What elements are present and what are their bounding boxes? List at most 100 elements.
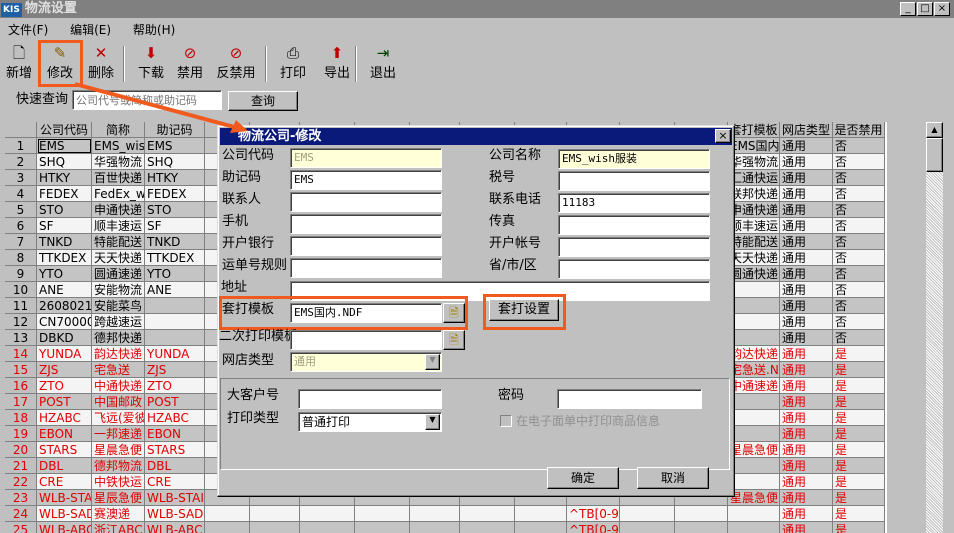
cell-name[interactable]: 安能物流 — [92, 282, 145, 298]
toolbar-button-0[interactable]: 🗋 新增 — [4, 44, 34, 84]
cell-c12[interactable] — [620, 522, 675, 533]
cell-type[interactable]: 通用 — [780, 314, 833, 330]
cell-code[interactable]: TNKD — [37, 234, 92, 250]
cell-name[interactable]: 特能配送 — [92, 234, 145, 250]
cell-name[interactable]: 浙江ABC — [92, 522, 145, 533]
cell-n[interactable]: 11 — [5, 298, 37, 314]
cell-n[interactable]: 3 — [5, 170, 37, 186]
cell-dis[interactable]: 否 — [833, 202, 885, 218]
chevron-down-icon[interactable]: ▼ — [425, 414, 440, 430]
cell-name[interactable]: 申通快递 — [92, 202, 145, 218]
scroll-thumb[interactable] — [926, 138, 943, 172]
cell-type[interactable]: 通用 — [780, 474, 833, 490]
bank-input[interactable] — [290, 236, 442, 256]
cell-type[interactable]: 通用 — [780, 298, 833, 314]
cell-code[interactable]: SF — [37, 218, 92, 234]
cell-tpl[interactable] — [728, 282, 780, 298]
cell-n[interactable]: 25 — [5, 522, 37, 533]
column-header[interactable]: 是否禁用 — [833, 122, 885, 138]
cell-name[interactable]: 中铁快运 — [92, 474, 145, 490]
cell-code[interactable]: WLB-STAI — [37, 490, 92, 506]
cell-tpl[interactable]: EMS国内. — [728, 138, 780, 154]
cell-mn[interactable]: ZTO — [145, 378, 205, 394]
cell-type[interactable]: 通用 — [780, 362, 833, 378]
cell-code[interactable]: TTKDEX — [37, 250, 92, 266]
cell-n[interactable]: 13 — [5, 330, 37, 346]
cell-name[interactable]: FedEx_wis — [92, 186, 145, 202]
cell-c13[interactable] — [675, 506, 728, 522]
cell-n[interactable]: 22 — [5, 474, 37, 490]
secondary-template-input[interactable] — [290, 330, 442, 350]
cell-type[interactable]: 通用 — [780, 234, 833, 250]
cancel-button[interactable]: 取消 — [637, 467, 709, 489]
cell-type[interactable]: 通用 — [780, 506, 833, 522]
cell-n[interactable]: 19 — [5, 426, 37, 442]
cell-tpl[interactable] — [728, 458, 780, 474]
cell-mn[interactable]: TNKD — [145, 234, 205, 250]
cell-dis[interactable]: 否 — [833, 250, 885, 266]
cell-c8[interactable] — [410, 522, 460, 533]
shop-type-select[interactable]: 通用 — [290, 352, 442, 372]
cell-c6[interactable] — [300, 506, 355, 522]
cell-mn[interactable]: ANE — [145, 282, 205, 298]
cell-mn[interactable]: STO — [145, 202, 205, 218]
tax-number-input[interactable] — [558, 171, 710, 191]
cell-name[interactable]: 德邦快递 — [92, 330, 145, 346]
template-settings-button[interactable]: 套打设置 — [489, 299, 559, 321]
cell-name[interactable]: 星辰急便 — [92, 490, 145, 506]
cell-type[interactable]: 通用 — [780, 490, 833, 506]
contact-input[interactable] — [290, 192, 442, 212]
cell-mn[interactable]: YTO — [145, 266, 205, 282]
cell-code[interactable]: ANE — [37, 282, 92, 298]
cell-code[interactable]: ZTO — [37, 378, 92, 394]
cell-tpl[interactable]: 顺丰速运 — [728, 218, 780, 234]
cell-code[interactable]: SHQ — [37, 154, 92, 170]
cell-tpl[interactable]: 星晨急便. — [728, 490, 780, 506]
browse-file-icon[interactable]: 🗎 — [443, 330, 465, 350]
cell-rule[interactable]: ^TB[0-9]{1 — [567, 506, 620, 522]
maximize-button[interactable]: □ — [917, 2, 933, 16]
cell-name[interactable]: 华强物流 — [92, 154, 145, 170]
cell-name[interactable]: 圆通速递 — [92, 266, 145, 282]
cell-type[interactable]: 通用 — [780, 426, 833, 442]
cell-mn[interactable]: STARS — [145, 442, 205, 458]
cell-c7[interactable] — [355, 522, 410, 533]
column-header[interactable] — [5, 122, 37, 138]
cell-c5[interactable] — [250, 506, 300, 522]
cell-type[interactable]: 通用 — [780, 346, 833, 362]
cell-type[interactable]: 通用 — [780, 250, 833, 266]
cell-tpl[interactable]: 天天快递. — [728, 250, 780, 266]
cell-n[interactable]: 20 — [5, 442, 37, 458]
cell-dis[interactable]: 否 — [833, 138, 885, 154]
chevron-down-icon[interactable]: ▼ — [425, 354, 440, 370]
menu-help[interactable]: 帮助(H) — [133, 23, 175, 37]
cell-mn[interactable]: SF — [145, 218, 205, 234]
cell-tpl[interactable] — [728, 298, 780, 314]
cell-name[interactable]: 星晨急便 — [92, 442, 145, 458]
cell-type[interactable]: 通用 — [780, 378, 833, 394]
cell-mn[interactable]: WLB-SAD — [145, 506, 205, 522]
cell-dis[interactable]: 否 — [833, 218, 885, 234]
print-template-input[interactable]: EMS国内.NDF — [290, 303, 442, 323]
cell-dis[interactable]: 否 — [833, 170, 885, 186]
cell-c6[interactable] — [300, 522, 355, 533]
cell-dis[interactable]: 否 — [833, 314, 885, 330]
cell-mn[interactable]: CRE — [145, 474, 205, 490]
cell-name[interactable]: 天天快递 — [92, 250, 145, 266]
cell-tpl[interactable]: 中通速递. — [728, 378, 780, 394]
cell-mn[interactable]: POST — [145, 394, 205, 410]
cell-mn[interactable]: ZJS — [145, 362, 205, 378]
cell-mn[interactable]: HZABC — [145, 410, 205, 426]
toolbar-button-7[interactable]: ⬆ 导出 — [322, 44, 352, 84]
cell-code[interactable]: HTKY — [37, 170, 92, 186]
cell-dis[interactable]: 否 — [833, 330, 885, 346]
cell-tpl[interactable]: 特能配送. — [728, 234, 780, 250]
cell-dis[interactable]: 是 — [833, 506, 885, 522]
cell-type[interactable]: 通用 — [780, 138, 833, 154]
cell-name[interactable]: 飞远(爱彼 — [92, 410, 145, 426]
browse-file-icon[interactable]: 🗎 — [443, 303, 465, 323]
cell-code[interactable]: EMS — [37, 138, 92, 154]
cell-n[interactable]: 4 — [5, 186, 37, 202]
cell-n[interactable]: 23 — [5, 490, 37, 506]
cell-code[interactable]: STARS — [37, 442, 92, 458]
